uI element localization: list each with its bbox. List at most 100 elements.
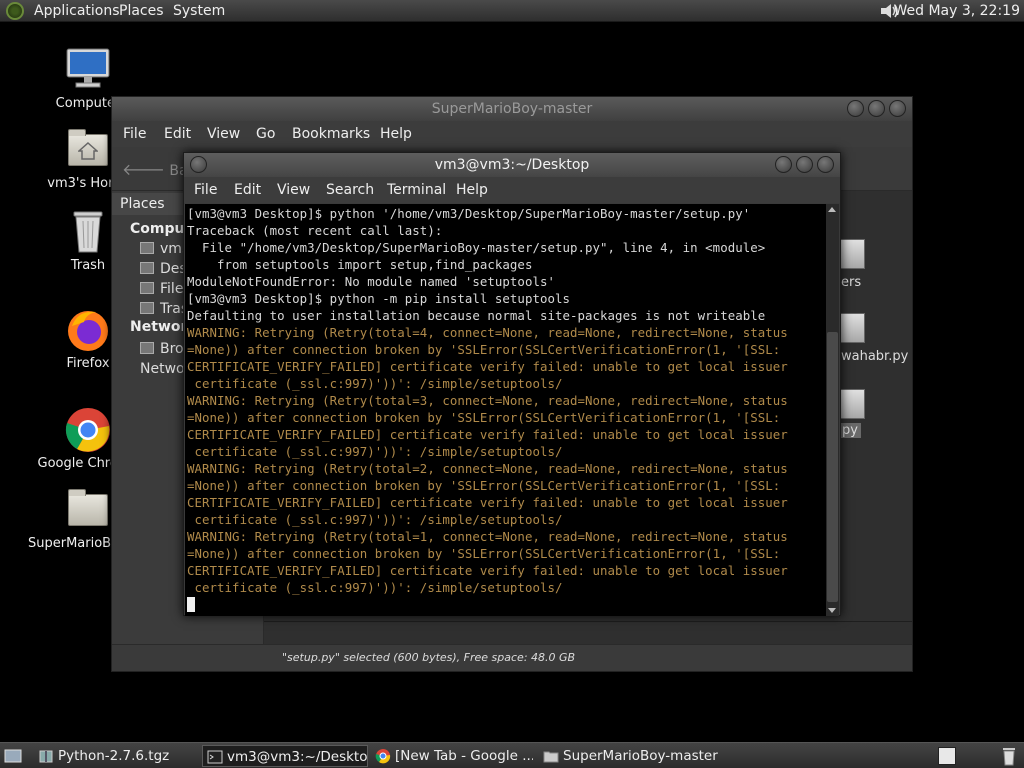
desktop-icon [140, 262, 154, 274]
menu-go[interactable]: Go [256, 121, 275, 147]
scrollbar-thumb[interactable] [827, 332, 838, 602]
task-label: SuperMarioBoy-master [563, 748, 718, 764]
python-file-icon[interactable] [839, 389, 865, 419]
terminal-line: WARNING: Retrying (Retry(total=3, connec… [187, 393, 788, 408]
system-menu[interactable]: System [173, 0, 225, 22]
menu-search[interactable]: Search [326, 177, 374, 203]
home-icon [140, 242, 154, 254]
terminal-line: =None)) after connection broken by 'SSLE… [187, 410, 781, 425]
gnome-foot-icon[interactable] [6, 2, 24, 20]
terminal-cursor [187, 597, 195, 612]
terminal-line: CERTIFICATE_VERIFY_FAILED] certificate v… [187, 427, 788, 442]
terminal-menubar: File Edit View Search Terminal Help [184, 177, 840, 203]
folder-icon[interactable] [839, 239, 865, 269]
menu-help[interactable]: Help [456, 177, 488, 203]
minimize-button[interactable] [775, 156, 792, 173]
firefox-icon [68, 311, 108, 351]
folder-icon [543, 751, 559, 763]
task-python-tgz[interactable]: Python-2.7.6.tgz [34, 745, 194, 767]
show-desktop-icon[interactable] [4, 747, 22, 765]
back-arrow-icon: 🡐 [122, 160, 165, 179]
close-button[interactable] [889, 100, 906, 117]
terminal-line: WARNING: Retrying (Retry(total=2, connec… [187, 461, 788, 476]
close-button[interactable] [817, 156, 834, 173]
terminal-line: certificate (_ssl.c:997)'))': /simple/se… [187, 444, 563, 459]
terminal-icon [207, 750, 223, 764]
scroll-up-icon[interactable] [828, 207, 836, 212]
terminal-line: certificate (_ssl.c:997)'))': /simple/se… [187, 376, 563, 391]
divider [264, 621, 912, 622]
top-panel: Applications Places System Wed May 3, 22… [0, 0, 1024, 22]
scroll-down-icon[interactable] [828, 608, 836, 613]
trash-icon[interactable] [1000, 746, 1018, 766]
terminal-line: from setuptools import setup,find_packag… [187, 257, 533, 272]
trash-icon [73, 211, 103, 253]
file-label: ers [841, 275, 862, 290]
window-menu-button[interactable] [190, 156, 207, 173]
terminal-line: Traceback (most recent call last): [187, 223, 443, 238]
python-file-icon[interactable] [839, 313, 865, 343]
window-controls [775, 156, 834, 173]
terminal-line: WARNING: Retrying (Retry(total=1, connec… [187, 529, 788, 544]
chrome-icon [65, 408, 110, 452]
terminal-line: =None)) after connection broken by 'SSLE… [187, 342, 781, 357]
selected-file-label: py [839, 423, 861, 438]
task-terminal[interactable]: vm3@vm3:~/Desktop [202, 745, 368, 767]
menu-terminal[interactable]: Terminal [387, 177, 446, 203]
menu-edit[interactable]: Edit [164, 121, 191, 147]
terminal-line: [vm3@vm3 Desktop]$ python -m pip install… [187, 291, 570, 306]
window-controls [847, 100, 906, 117]
terminal-line: ModuleNotFoundError: No module named 'se… [187, 274, 555, 289]
archive-icon [39, 750, 53, 763]
status-text: "setup.py" selected (600 bytes), Free sp… [282, 651, 576, 664]
terminal-scrollbar[interactable] [826, 204, 839, 616]
status-bar: "setup.py" selected (600 bytes), Free sp… [112, 644, 912, 671]
menu-help[interactable]: Help [380, 121, 412, 147]
home-folder-icon [64, 126, 112, 174]
maximize-button[interactable] [796, 156, 813, 173]
minimize-button[interactable] [847, 100, 864, 117]
window-title: vm3@vm3:~/Desktop [434, 157, 590, 173]
computer-icon [66, 48, 110, 88]
window-title: SuperMarioBoy-master [431, 101, 593, 117]
terminal-line: Defaulting to user installation because … [187, 308, 766, 323]
terminal-line: CERTIFICATE_VERIFY_FAILED] certificate v… [187, 495, 788, 510]
task-label: [New Tab - Google ... [395, 748, 533, 764]
terminal-line: certificate (_ssl.c:997)'))': /simple/se… [187, 580, 563, 595]
task-label: vm3@vm3:~/Desktop [227, 749, 368, 765]
terminal-line: File "/home/vm3/Desktop/SuperMarioBoy-ma… [187, 240, 766, 255]
task-label: Python-2.7.6.tgz [58, 748, 170, 764]
menu-file[interactable]: File [123, 121, 146, 147]
workspace-switcher[interactable] [938, 747, 956, 765]
places-menu[interactable]: Places [119, 0, 164, 22]
terminal-line: CERTIFICATE_VERIFY_FAILED] certificate v… [187, 563, 788, 578]
menu-file[interactable]: File [194, 177, 217, 203]
terminal-line: WARNING: Retrying (Retry(total=4, connec… [187, 325, 788, 340]
file-manager-menubar: File Edit View Go Bookmarks Help [112, 121, 912, 147]
trash-icon [140, 302, 154, 314]
maximize-button[interactable] [868, 100, 885, 117]
terminal-line: [vm3@vm3 Desktop]$ python '/home/vm3/Des… [187, 206, 751, 221]
applications-menu[interactable]: Applications [34, 0, 120, 22]
terminal-titlebar[interactable]: vm3@vm3:~/Desktop [184, 153, 840, 177]
menu-edit[interactable]: Edit [234, 177, 261, 203]
drive-icon [140, 282, 154, 294]
folder-icon [64, 486, 112, 534]
clock[interactable]: Wed May 3, 22:19 [893, 0, 1020, 22]
terminal-output[interactable]: [vm3@vm3 Desktop]$ python '/home/vm3/Des… [185, 204, 827, 616]
menu-view[interactable]: View [207, 121, 240, 147]
window-menu [190, 156, 207, 173]
network-icon [140, 342, 154, 354]
terminal-window[interactable]: vm3@vm3:~/Desktop File Edit View Search … [183, 152, 841, 616]
task-chrome[interactable]: [New Tab - Google ... [371, 745, 533, 767]
task-file-manager[interactable]: SuperMarioBoy-master [539, 745, 729, 767]
terminal-line: =None)) after connection broken by 'SSLE… [187, 546, 781, 561]
menu-bookmarks[interactable]: Bookmarks [292, 121, 370, 147]
terminal-line: certificate (_ssl.c:997)'))': /simple/se… [187, 512, 563, 527]
menu-view[interactable]: View [277, 177, 310, 203]
terminal-line: =None)) after connection broken by 'SSLE… [187, 478, 781, 493]
bottom-panel: Python-2.7.6.tgz vm3@vm3:~/Desktop [New … [0, 742, 1024, 768]
terminal-line: CERTIFICATE_VERIFY_FAILED] certificate v… [187, 359, 788, 374]
file-manager-titlebar[interactable]: SuperMarioBoy-master [112, 97, 912, 121]
file-label: wahabr.py [841, 349, 909, 364]
